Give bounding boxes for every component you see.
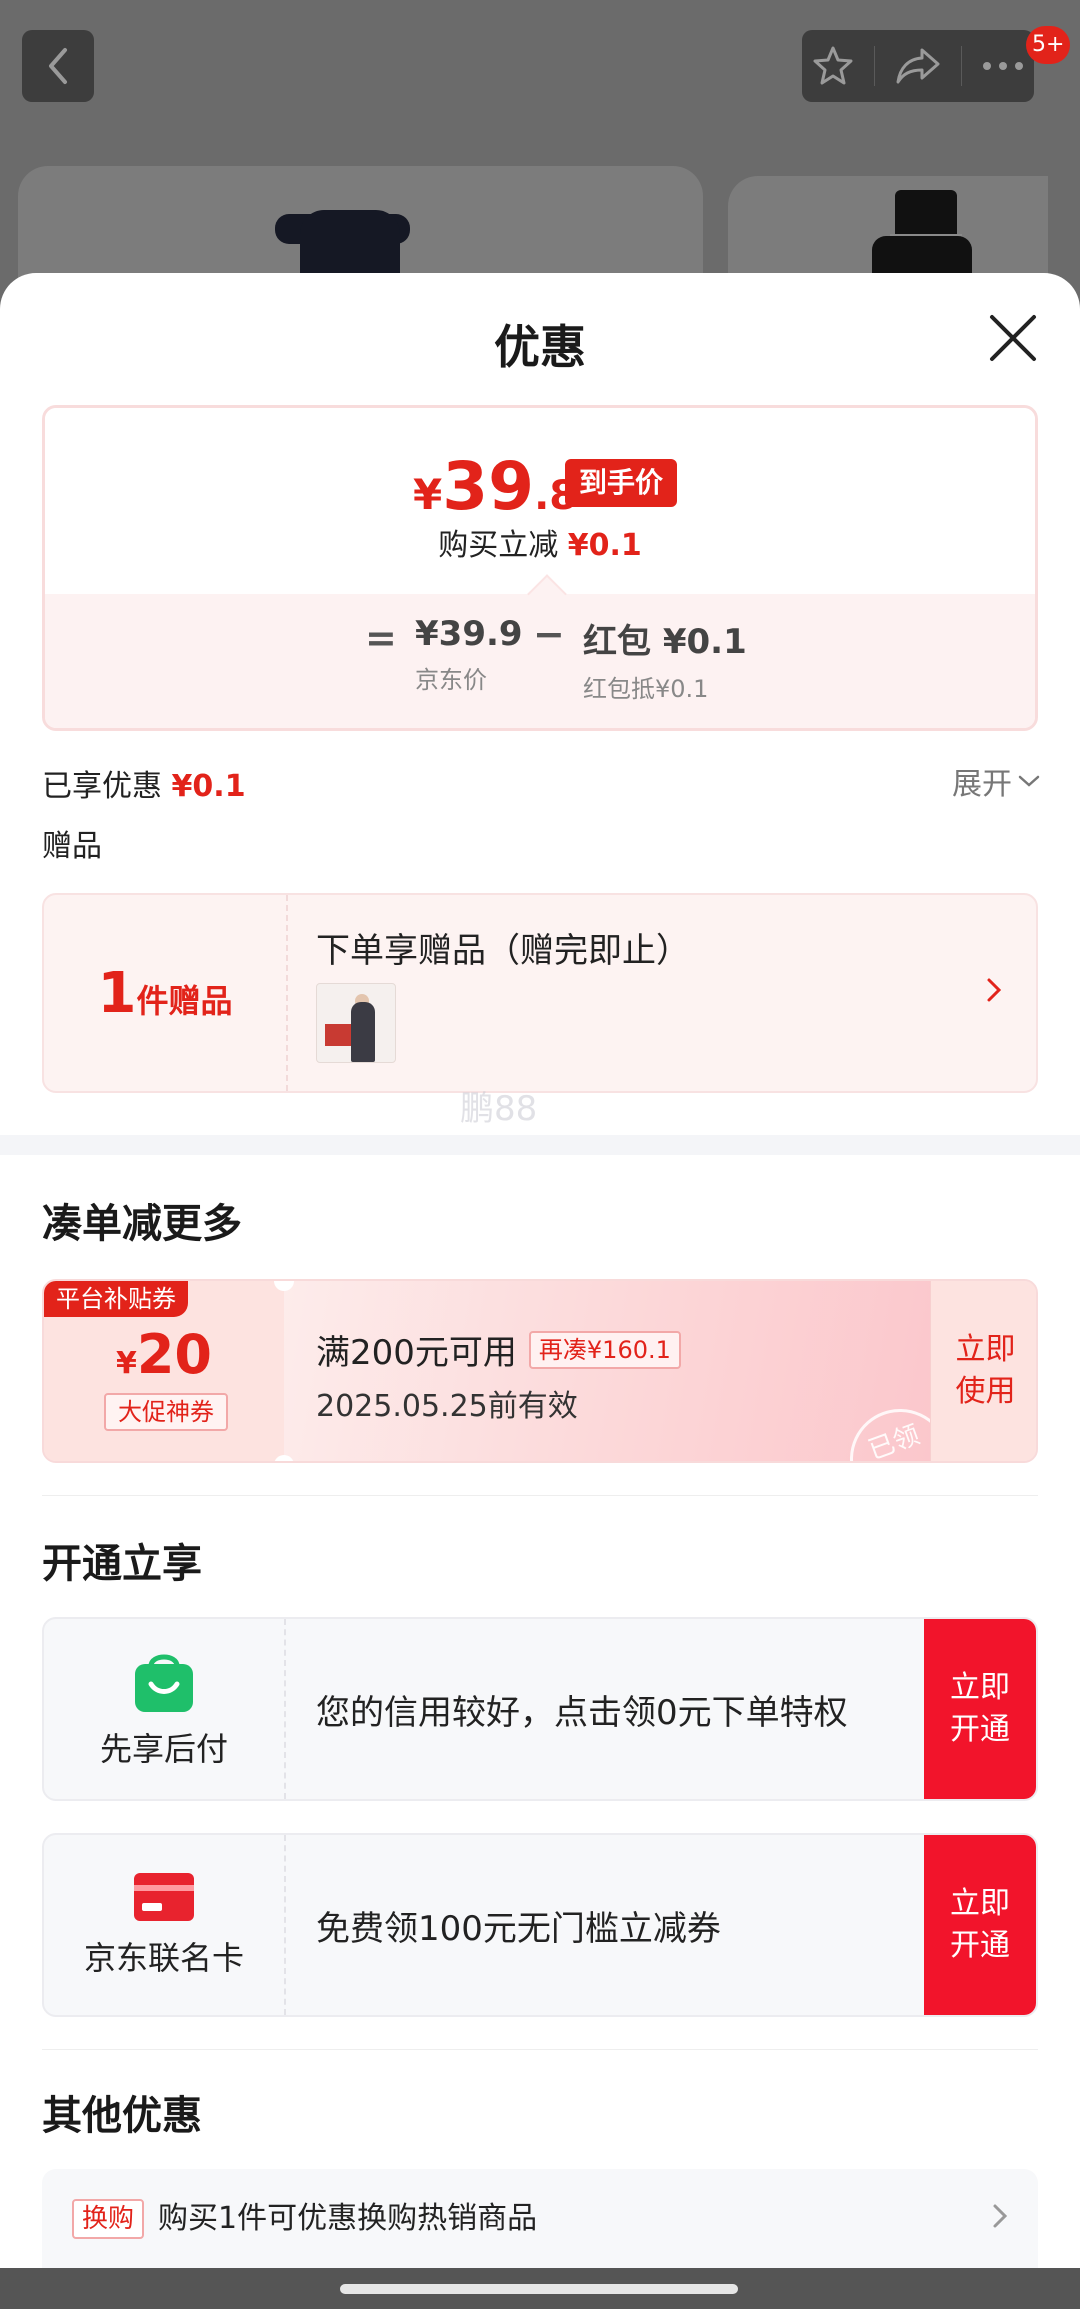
action-divider xyxy=(874,46,876,86)
gift-count: 1 件赠品 xyxy=(44,895,286,1091)
trade-in-text: 购买1件可优惠换购热销商品 xyxy=(158,2201,538,2236)
pay-later-label: 先享后付 xyxy=(99,1730,228,1768)
gift-count-unit: 件赠品 xyxy=(136,982,233,1020)
chevron-down-icon xyxy=(1018,775,1040,787)
gift-section-label: 赠品 xyxy=(42,829,102,864)
watermark: 鹏88 xyxy=(460,1089,538,1129)
share-icon[interactable] xyxy=(894,44,942,88)
promo-coupon-tag: 大促神券 xyxy=(104,1393,228,1431)
open-button-line2: 开通 xyxy=(950,1712,1010,1747)
gift-thumbnail xyxy=(316,983,396,1063)
instant-discount-label: 购买立减 xyxy=(438,528,559,563)
coupon-condition-text: 满200元可用 xyxy=(316,1333,517,1373)
gift-card[interactable]: 1 件赠品 下单享赠品（赠完即止） xyxy=(42,893,1038,1093)
top-action-group xyxy=(802,30,1034,102)
expand-label: 展开 xyxy=(952,767,1012,802)
chevron-right-icon xyxy=(993,2204,1008,2228)
enjoyed-discount: 已享优惠 ¥0.1 xyxy=(42,761,246,805)
addon-amount-tag: 再凑¥160.1 xyxy=(528,1330,681,1369)
dashed-divider xyxy=(284,1835,286,2015)
discount-sheet: 优惠 ¥ 39 .8 到手价 购买立减 ¥0.1 = ¥39.9 京东价 − 红… xyxy=(0,273,1080,2309)
price-breakdown-card: ¥ 39 .8 到手价 购买立减 ¥0.1 = ¥39.9 京东价 − 红包 ¥… xyxy=(42,405,1038,731)
dashed-divider xyxy=(284,1619,286,1799)
use-now-line2: 使用 xyxy=(955,1374,1016,1409)
back-button[interactable] xyxy=(22,30,94,102)
coupon-amount: ¥20 xyxy=(44,1323,284,1386)
minus-sign: − xyxy=(533,612,565,656)
final-price: ¥ 39 .8 xyxy=(413,448,577,525)
gift-person-body xyxy=(351,1002,375,1062)
trade-in-offer-row[interactable]: 换购 购买1件可优惠换购热销商品 xyxy=(42,2169,1038,2269)
star-icon[interactable] xyxy=(811,44,855,88)
dashed-divider xyxy=(286,895,288,1091)
coupon-condition: 满200元可用 再凑¥160.1 xyxy=(316,1325,681,1374)
pay-later-text: 您的信用较好，点击领0元下单特权 xyxy=(316,1692,848,1733)
sheet-title: 优惠 xyxy=(494,320,586,374)
action-divider xyxy=(960,46,962,86)
section-divider xyxy=(0,1135,1080,1155)
final-price-tag: 到手价 xyxy=(565,459,678,507)
back-arrow-icon xyxy=(49,48,67,84)
open-cobrand-card-button[interactable]: 立即 开通 xyxy=(924,1835,1036,2015)
trade-in-tag: 换购 xyxy=(72,2199,145,2239)
cobrand-card-text: 免费领100元无门槛立减券 xyxy=(316,1908,721,1949)
enjoyed-label: 已享优惠 xyxy=(42,769,162,804)
divider-line xyxy=(42,2049,1038,2050)
chevron-right-icon xyxy=(987,978,1002,1002)
redpack-column: 红包 ¥0.1 红包抵¥0.1 xyxy=(583,614,747,704)
home-indicator[interactable] xyxy=(340,2284,738,2294)
instant-discount-value: ¥0.1 xyxy=(567,528,642,563)
open-pay-later-button[interactable]: 立即 开通 xyxy=(924,1619,1036,1799)
open-benefit-title: 开通立享 xyxy=(42,1541,202,1587)
open-button-line1: 立即 xyxy=(950,1670,1010,1705)
jd-price-label: 京东价 xyxy=(415,666,487,694)
coupon-expiry: 2025.05.25前有效 xyxy=(316,1389,578,1424)
gift-title: 下单享赠品（赠完即止） xyxy=(316,931,690,971)
use-now-button[interactable]: 立即 使用 xyxy=(930,1281,1036,1461)
open-button-line1: 立即 xyxy=(950,1886,1010,1921)
equals-sign: = xyxy=(365,616,397,660)
cobrand-card-offer: 京东联名卡 免费领100元无门槛立减券 立即 开通 xyxy=(42,1833,1038,2017)
coupon-currency: ¥ xyxy=(115,1346,137,1381)
currency-symbol: ¥ xyxy=(413,470,443,519)
open-button-line2: 开通 xyxy=(950,1928,1010,1963)
use-now-line1: 立即 xyxy=(955,1332,1016,1367)
divider-line xyxy=(42,1495,1038,1496)
credit-card-icon xyxy=(134,1873,194,1921)
cobrand-card-label: 京东联名卡 xyxy=(83,1939,244,1977)
jd-price-value: ¥39.9 xyxy=(415,614,523,654)
pay-later-card: 先享后付 您的信用较好，点击领0元下单特权 立即 开通 xyxy=(42,1617,1038,1801)
enjoyed-value: ¥0.1 xyxy=(171,769,246,804)
instant-discount: 购买立减 ¥0.1 xyxy=(45,520,1035,564)
more-discount-title: 凑单减更多 xyxy=(42,1201,242,1247)
coupon-card: 平台补贴券 ¥20 大促神券 满200元可用 再凑¥160.1 2025.05.… xyxy=(42,1279,1038,1463)
pay-later-brand: 先享后付 xyxy=(44,1619,284,1799)
other-discount-title: 其他优惠 xyxy=(42,2093,202,2139)
coupon-amount-value: 20 xyxy=(136,1323,213,1386)
more-dots-icon[interactable] xyxy=(981,60,1025,72)
platform-subsidy-tag: 平台补贴券 xyxy=(44,1281,188,1317)
shopping-bag-icon xyxy=(135,1654,193,1712)
expand-toggle[interactable]: 展开 xyxy=(952,759,1040,803)
close-icon[interactable] xyxy=(986,311,1040,365)
notification-badge: 5+ xyxy=(1026,26,1071,64)
jd-price-column: ¥39.9 京东价 xyxy=(415,614,523,695)
gift-count-number: 1 xyxy=(97,961,137,1026)
cobrand-card-brand: 京东联名卡 xyxy=(44,1835,284,2015)
price-integer: 39 xyxy=(442,448,535,525)
redpack-value: 红包 ¥0.1 xyxy=(583,622,747,662)
redpack-label: 红包抵¥0.1 xyxy=(583,675,709,703)
product-bottle-cap xyxy=(895,190,957,240)
